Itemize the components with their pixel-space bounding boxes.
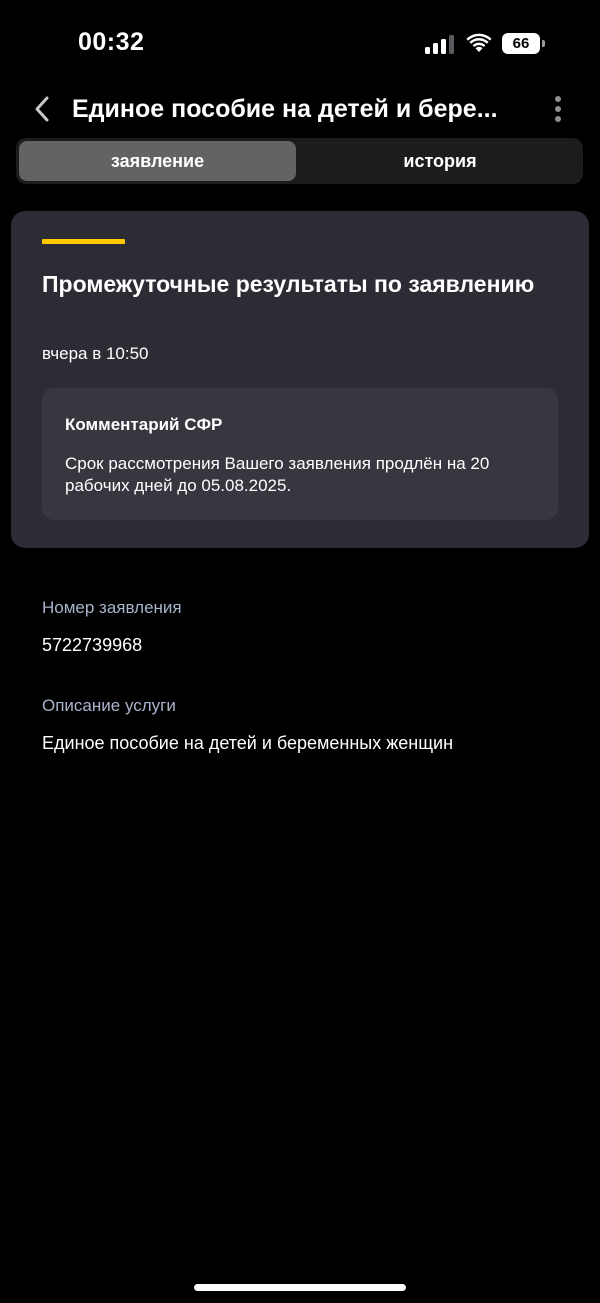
application-number-label: Номер заявления bbox=[42, 598, 182, 617]
comment-box: Комментарий СФР Срок рассмотрения Вашего… bbox=[42, 388, 558, 520]
tab-history[interactable]: история bbox=[300, 141, 580, 181]
header: Единое пособие на детей и бере... bbox=[0, 88, 600, 132]
page-title: Единое пособие на детей и бере... bbox=[72, 95, 498, 123]
service-description-label: Описание услуги bbox=[42, 696, 176, 715]
card-timestamp: вчера в 10:50 bbox=[42, 344, 149, 363]
battery-icon: 66 bbox=[502, 33, 546, 55]
result-card: Промежуточные результаты по заявлению вч… bbox=[11, 211, 589, 548]
signal-icon bbox=[425, 35, 454, 54]
battery-tip bbox=[542, 40, 545, 47]
more-vertical-icon[interactable] bbox=[546, 94, 570, 124]
comment-title: Комментарий СФР bbox=[65, 415, 223, 434]
application-number-value: 5722739968 bbox=[42, 635, 143, 655]
status-accent-bar bbox=[42, 239, 125, 244]
tab-application[interactable]: заявление bbox=[19, 141, 296, 181]
home-indicator[interactable] bbox=[194, 1284, 406, 1291]
service-description-value: Единое пособие на детей и беременных жен… bbox=[42, 733, 454, 753]
comment-text: Срок рассмотрения Вашего заявления продл… bbox=[65, 454, 490, 495]
card-title: Промежуточные результаты по заявлению bbox=[42, 271, 535, 297]
status-bar: 00:32 66 bbox=[0, 0, 600, 88]
status-time: 00:32 bbox=[78, 28, 145, 56]
segmented-tabs: заявление история bbox=[16, 138, 583, 184]
wifi-icon bbox=[466, 33, 492, 52]
battery-level: 66 bbox=[502, 33, 540, 54]
chevron-left-icon[interactable] bbox=[30, 94, 54, 124]
